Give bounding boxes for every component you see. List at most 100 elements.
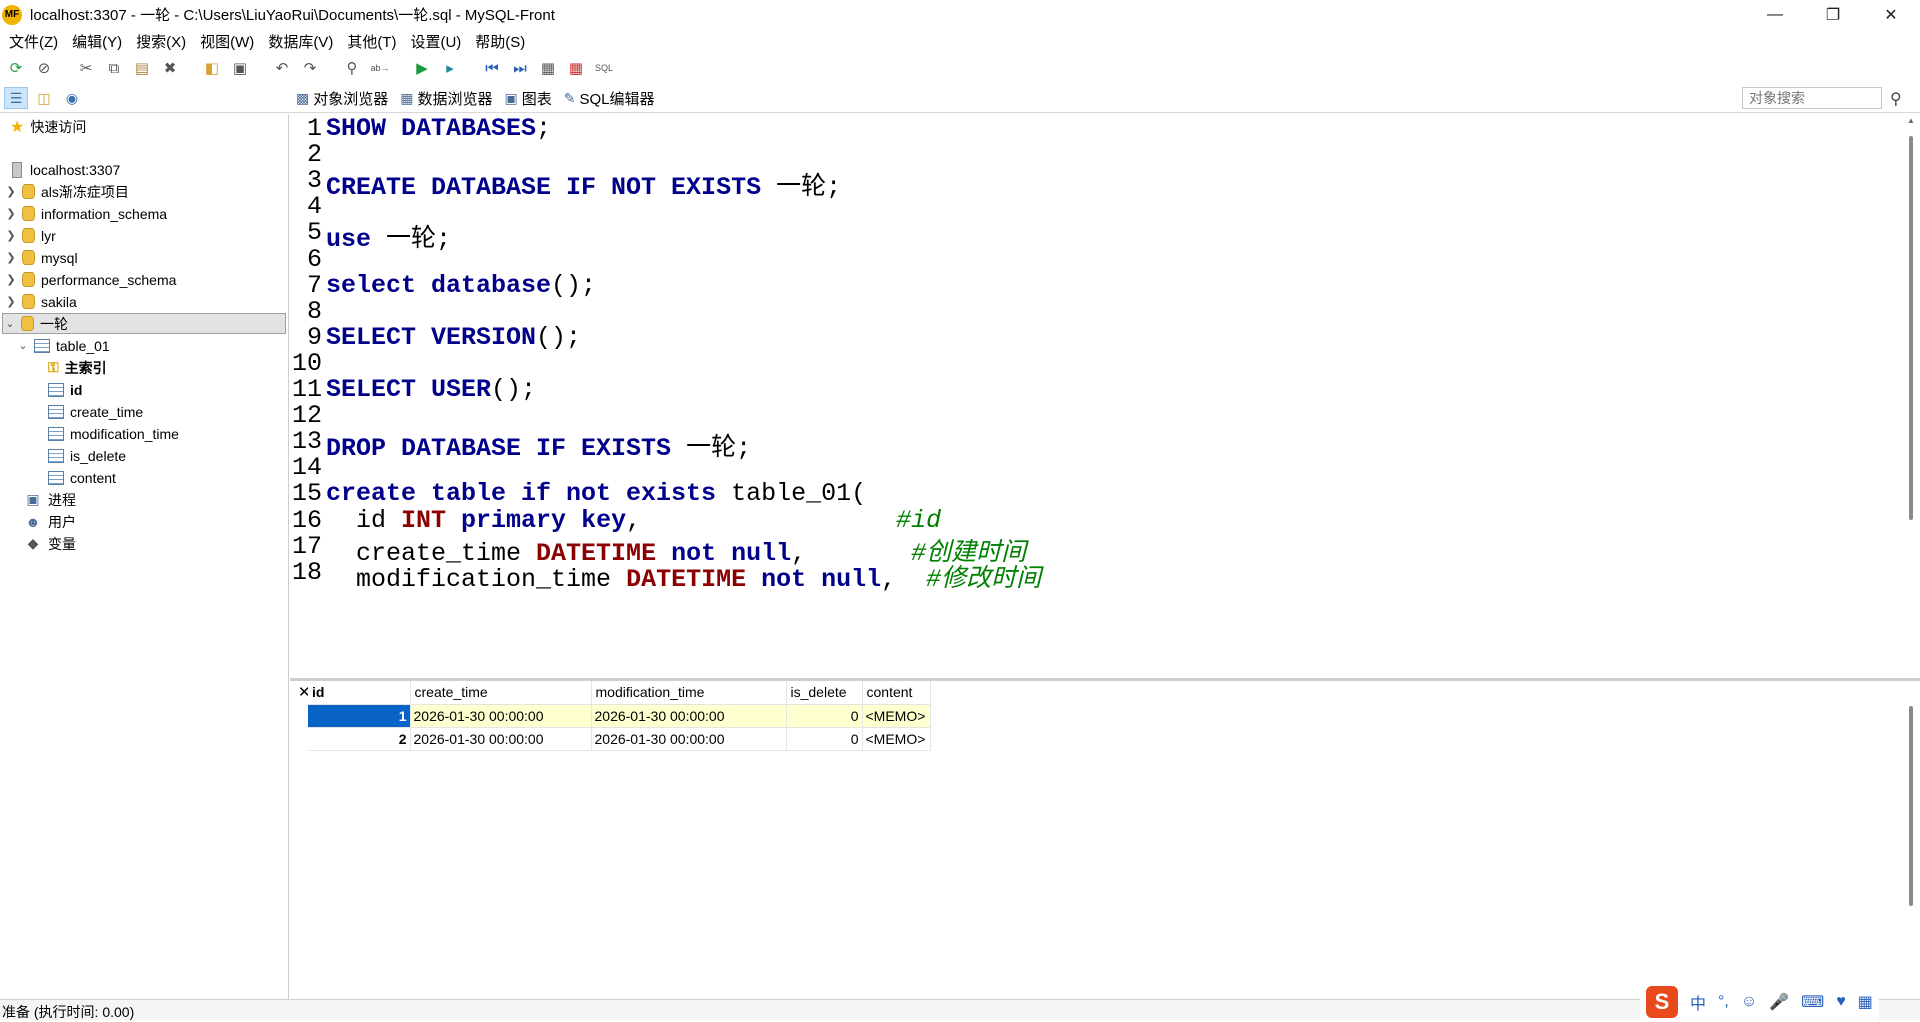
col-header-content[interactable]: content bbox=[862, 681, 931, 705]
restore-icon[interactable]: ❐ bbox=[1804, 0, 1862, 29]
chevron-down-icon[interactable]: ⌄ bbox=[16, 339, 30, 352]
cell-id[interactable]: 1 bbox=[308, 704, 411, 728]
delete-icon[interactable]: ✖ bbox=[160, 58, 180, 78]
close-icon[interactable]: ✕ bbox=[1862, 0, 1920, 29]
undo-icon[interactable]: ↶ bbox=[272, 58, 292, 78]
col-header-modification-time[interactable]: modification_time bbox=[591, 681, 787, 705]
primary-index-item[interactable]: ⚿ 主索引 bbox=[44, 357, 107, 378]
toolbox-icon[interactable]: ▦ bbox=[1858, 992, 1873, 1012]
scrollbar-thumb[interactable] bbox=[1909, 136, 1913, 520]
processes-item[interactable]: ▣ 进程 bbox=[20, 489, 76, 510]
db-item-selected[interactable]: ⌄ 一轮 bbox=[2, 313, 286, 334]
db-item-mysql[interactable]: ❯ mysql bbox=[4, 247, 77, 268]
col-header-is-delete[interactable]: is_delete bbox=[786, 681, 863, 705]
menu-search[interactable]: 搜索(X) bbox=[136, 31, 186, 52]
code-line[interactable]: 1 SHOW DATABASES; bbox=[290, 114, 551, 146]
object-search-input[interactable] bbox=[1742, 87, 1882, 109]
navigator-view-icon[interactable]: ☰ bbox=[4, 87, 28, 109]
emoji-icon[interactable]: ☺ bbox=[1741, 993, 1757, 1011]
replace-icon[interactable]: ab→ bbox=[370, 58, 390, 78]
chevron-right-icon[interactable]: ❯ bbox=[4, 229, 18, 242]
scroll-up-icon[interactable]: ▲ bbox=[1907, 116, 1915, 125]
menu-settings[interactable]: 设置(U) bbox=[410, 31, 461, 52]
cell-create-time[interactable]: 2026-01-30 00:00:00 bbox=[410, 704, 592, 728]
chevron-right-icon[interactable]: ❯ bbox=[4, 207, 18, 220]
menu-database[interactable]: 数据库(V) bbox=[268, 31, 333, 52]
save-icon[interactable]: ▣ bbox=[230, 58, 250, 78]
tab-diagram[interactable]: ▣ 图表 bbox=[505, 87, 552, 109]
col-header-id[interactable]: id bbox=[308, 681, 411, 705]
results-grid[interactable]: id create_time modification_time is_dele… bbox=[308, 681, 931, 751]
cell-id[interactable]: 2 bbox=[308, 727, 411, 751]
db-item-performance-schema[interactable]: ❯ performance_schema bbox=[4, 269, 176, 290]
ime-lang-toggle[interactable]: 中 bbox=[1690, 990, 1706, 1014]
explorer-view-icon[interactable]: ◉ bbox=[60, 87, 84, 109]
bookmarks-view-icon[interactable]: ◫ bbox=[32, 87, 56, 109]
code-line[interactable]: 18 modification_time DATETIME not null, … bbox=[290, 558, 1041, 594]
cancel-icon[interactable]: ▦ bbox=[566, 58, 586, 78]
table-row[interactable]: 1 2026-01-30 00:00:00 2026-01-30 00:00:0… bbox=[308, 704, 931, 728]
run-selection-icon[interactable]: ▸ bbox=[440, 58, 460, 78]
table-row[interactable]: 2 2026-01-30 00:00:00 2026-01-30 00:00:0… bbox=[308, 727, 931, 751]
host-item[interactable]: localhost:3307 bbox=[8, 159, 120, 180]
tab-object-browser[interactable]: ▩ 对象浏览器 bbox=[296, 87, 388, 109]
sql-check-icon[interactable]: SQL bbox=[594, 58, 614, 78]
table-item[interactable]: ⌄ table_01 bbox=[16, 335, 109, 356]
chevron-down-icon[interactable]: ⌄ bbox=[3, 317, 17, 330]
column-item-create-time[interactable]: create_time bbox=[44, 401, 143, 422]
cell-is-delete[interactable]: 0 bbox=[786, 704, 863, 728]
db-item-sakila[interactable]: ❯ sakila bbox=[4, 291, 76, 312]
db-item-als[interactable]: ❯ als渐冻症项目 bbox=[4, 181, 129, 202]
cell-modification-time[interactable]: 2026-01-30 00:00:00 bbox=[591, 727, 787, 751]
results-scrollbar[interactable] bbox=[1905, 684, 1919, 999]
code-line[interactable]: 13 DROP DATABASE IF EXISTS 一轮; bbox=[290, 427, 751, 463]
stop-icon[interactable]: ⊘ bbox=[34, 58, 54, 78]
microphone-icon[interactable]: 🎤 bbox=[1769, 992, 1789, 1012]
first-icon[interactable]: ⏮ bbox=[482, 58, 502, 78]
ime-punct-toggle[interactable]: °, bbox=[1718, 993, 1729, 1011]
last-icon[interactable]: ⏭ bbox=[510, 58, 530, 78]
chevron-right-icon[interactable]: ❯ bbox=[4, 273, 18, 286]
column-item-modification-time[interactable]: modification_time bbox=[44, 423, 179, 444]
variables-item[interactable]: ◆ 变量 bbox=[20, 533, 76, 554]
menu-help[interactable]: 帮助(S) bbox=[475, 31, 525, 52]
paste-icon[interactable]: ▤ bbox=[132, 58, 152, 78]
skin-icon[interactable]: ♥ bbox=[1836, 993, 1846, 1011]
cell-modification-time[interactable]: 2026-01-30 00:00:00 bbox=[591, 704, 787, 728]
users-item[interactable]: ☻ 用户 bbox=[20, 511, 76, 532]
db-item-information-schema[interactable]: ❯ information_schema bbox=[4, 203, 167, 224]
open-icon[interactable]: ◧ bbox=[202, 58, 222, 78]
cell-is-delete[interactable]: 0 bbox=[786, 727, 863, 751]
run-icon[interactable]: ▶ bbox=[412, 58, 432, 78]
menu-file[interactable]: 文件(Z) bbox=[9, 31, 58, 52]
menu-view[interactable]: 视图(W) bbox=[200, 31, 254, 52]
cell-create-time[interactable]: 2026-01-30 00:00:00 bbox=[410, 727, 592, 751]
minimize-icon[interactable]: — bbox=[1746, 0, 1804, 29]
column-item-id[interactable]: id bbox=[44, 379, 82, 400]
code-line[interactable]: 3 CREATE DATABASE IF NOT EXISTS 一轮; bbox=[290, 166, 841, 202]
cell-content[interactable]: <MEMO> bbox=[862, 727, 931, 751]
db-item-lyr[interactable]: ❯ lyr bbox=[4, 225, 55, 246]
editor-scrollbar[interactable]: ▲ bbox=[1905, 114, 1919, 678]
menu-other[interactable]: 其他(T) bbox=[347, 31, 396, 52]
code-line[interactable]: 9 SELECT VERSION(); bbox=[290, 323, 581, 355]
scrollbar-thumb[interactable] bbox=[1909, 706, 1913, 906]
col-header-create-time[interactable]: create_time bbox=[410, 681, 592, 705]
cut-icon[interactable]: ✂ bbox=[76, 58, 96, 78]
column-item-content[interactable]: content bbox=[44, 467, 116, 488]
search-icon[interactable]: ⚲ bbox=[1890, 89, 1902, 109]
code-line[interactable]: 11 SELECT USER(); bbox=[290, 375, 536, 407]
chevron-right-icon[interactable]: ❯ bbox=[4, 185, 18, 198]
cell-content[interactable]: <MEMO> bbox=[862, 704, 931, 728]
copy-icon[interactable]: ⧉ bbox=[104, 58, 124, 78]
sogou-logo-icon[interactable]: S bbox=[1646, 986, 1678, 1018]
quick-access-item[interactable]: ★ 快速访问 bbox=[0, 116, 86, 137]
menu-edit[interactable]: 编辑(Y) bbox=[72, 31, 122, 52]
refresh-icon[interactable]: ⟳ bbox=[6, 58, 26, 78]
find-icon[interactable]: ⚲ bbox=[342, 58, 362, 78]
sql-editor[interactable]: 1 SHOW DATABASES; 2 3 CREATE DATABASE IF NOT… bbox=[290, 114, 1902, 678]
redo-icon[interactable]: ↷ bbox=[300, 58, 320, 78]
keyboard-icon[interactable]: ⌨ bbox=[1801, 992, 1824, 1012]
column-item-is-delete[interactable]: is_delete bbox=[44, 445, 126, 466]
post-icon[interactable]: ▦ bbox=[538, 58, 558, 78]
